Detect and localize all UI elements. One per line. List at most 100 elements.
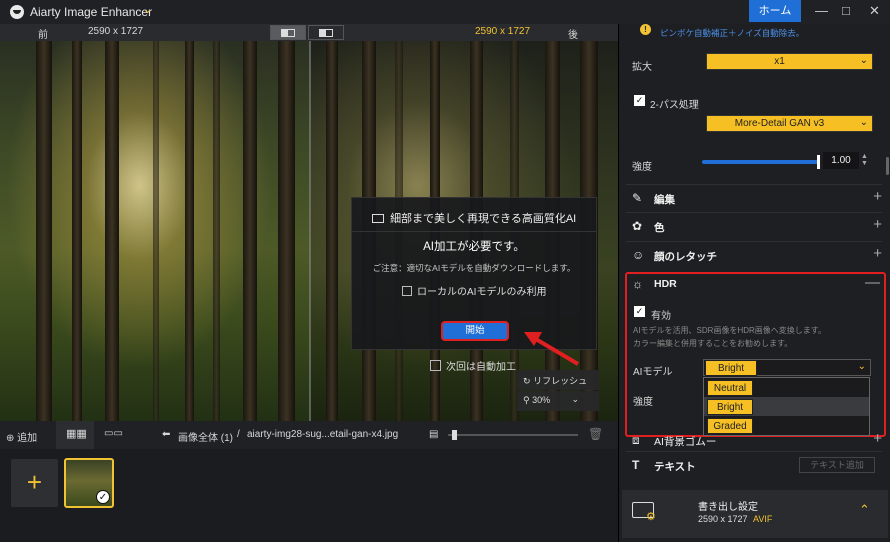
strength-value[interactable]: 1.00 <box>823 152 859 169</box>
expand-plus-icon[interactable]: + <box>873 188 882 205</box>
zoom-icon: ⚲ <box>523 395 530 405</box>
section-edit[interactable]: ✎ 編集 + <box>626 184 882 210</box>
dialog-note: ご注意：適切なAIモデルを自動ダウンロードします。 <box>372 263 576 273</box>
red-arrow-annotation <box>524 332 580 366</box>
export-settings[interactable]: ⚙ 書き出し設定 2590 x 1727 AVIF ⌃ <box>622 490 888 538</box>
scale-label: 拡大 <box>632 62 652 73</box>
local-model-checkbox[interactable] <box>402 286 412 296</box>
check-icon: ✓ <box>96 490 110 504</box>
strength-stepper[interactable]: ▲ ▼ <box>861 153 868 167</box>
hdr-strength-label: 強度 <box>633 397 653 408</box>
add-image-tile[interactable]: + <box>11 459 58 507</box>
zoom-value: 30% <box>532 395 551 405</box>
edit-icon: ✎ <box>632 191 643 205</box>
sun-icon: ☼ <box>632 277 643 291</box>
thumbnail-size-slider[interactable] <box>448 430 578 440</box>
breadcrumb-filename: aiarty-img28-sug...etail-gan-x4.jpg <box>247 429 399 440</box>
strength-slider-handle[interactable] <box>817 155 820 169</box>
hdr-model-select[interactable]: Bright ⌄ <box>703 359 871 376</box>
thumbnail-size-handle[interactable] <box>452 430 457 440</box>
auto-process-label: 次回は自動加工 <box>446 362 516 373</box>
hdr-model-chevron-down-icon: ⌄ <box>857 361 866 372</box>
before-label: 前 <box>38 30 48 41</box>
auto-process-checkbox[interactable] <box>430 360 441 371</box>
twopass-checkbox[interactable]: ✓ <box>634 95 645 106</box>
section-ai-bg[interactable]: ⧈ AI背景ゴムー + <box>626 427 882 453</box>
dialog-title: 細部まで美しく再現できる高画質化AI <box>390 213 577 225</box>
scale-select[interactable]: x1 ⌄ <box>706 53 873 70</box>
start-button[interactable]: 開始 <box>441 321 509 341</box>
after-label: 後 <box>568 30 578 41</box>
gear-icon: ⚙ <box>646 511 656 523</box>
hdr-model-value: Bright <box>705 360 757 376</box>
add-circle-icon: ⊕ <box>6 433 15 444</box>
local-model-label: ローカルのAIモデルのみ利用 <box>417 287 547 298</box>
hdr-description-2: カラー編集と併用することをお勧めします。 <box>633 339 793 348</box>
refresh-button[interactable]: ↻ リフレッシュ <box>517 370 599 390</box>
dropdown-option-neutral[interactable]: Neutral <box>707 380 753 396</box>
local-model-option[interactable]: ローカルのAIモデルのみ利用 <box>402 283 596 298</box>
section-face-label: 顔のレタッチ <box>654 251 717 263</box>
strength-label: 強度 <box>632 162 652 173</box>
split-view-icon <box>281 29 295 37</box>
panel-scrollbar[interactable] <box>886 157 889 175</box>
hdr-enabled-checkbox[interactable]: ✓ <box>634 306 645 317</box>
maximize-icon[interactable]: □ <box>842 3 850 18</box>
bottom-toolbar: ⊕ 追加 ▦▦ ▭▭ ⬅ 画像全体 (1) / aiarty-img28-sug… <box>0 421 618 449</box>
app-logo-icon <box>10 5 24 19</box>
compare-divider-handle[interactable] <box>309 41 311 421</box>
image-thumbnail[interactable]: ✓ <box>64 458 114 508</box>
expand-chevron-up-icon[interactable]: ⌃ <box>859 502 870 518</box>
breadcrumb-separator: / <box>237 429 240 440</box>
back-arrow-icon[interactable]: ⬅ <box>162 429 170 440</box>
close-icon[interactable]: ✕ <box>869 3 880 19</box>
twopass-label: 2-パス処理 <box>650 100 699 111</box>
model-chevron-down-icon: ⌄ <box>859 117 868 128</box>
strength-slider[interactable] <box>702 155 820 169</box>
auto-process-option[interactable]: 次回は自動加工 <box>430 358 516 373</box>
app-title: Aiarty Image Enhancer <box>30 5 153 19</box>
section-color[interactable]: ✿ 色 + <box>626 212 882 238</box>
bg-remove-icon: ⧈ <box>632 433 640 447</box>
expand-plus-icon[interactable]: + <box>873 245 882 262</box>
expand-plus-icon[interactable]: + <box>873 216 882 233</box>
palette-icon: ✿ <box>632 219 643 233</box>
add-label: 追加 <box>17 433 38 444</box>
breadcrumb-all-images[interactable]: 画像全体 (1) <box>178 429 233 444</box>
text-t-icon: T <box>632 458 640 472</box>
refresh-icon: ↻ <box>523 376 531 386</box>
filmstrip-icon[interactable]: ▭▭ <box>104 428 123 439</box>
hdr-enabled-label: 有効 <box>651 311 671 322</box>
side-by-side-toggle[interactable] <box>308 25 344 40</box>
dropdown-option-bright[interactable]: Bright <box>707 399 753 415</box>
image-size-icon: ▤ <box>429 429 439 440</box>
model-value: More-Detail GAN v3 <box>734 118 825 129</box>
tip-text: ピンボケ自動補正＋ノイズ自動除去。 <box>660 28 805 38</box>
add-text-button[interactable]: テキスト追加 <box>799 457 875 473</box>
section-hdr[interactable]: ☼ HDR — <box>626 271 882 297</box>
split-view-toggle[interactable] <box>270 25 306 40</box>
add-button[interactable]: ⊕ 追加 <box>6 429 37 444</box>
section-edit-label: 編集 <box>654 194 675 206</box>
refresh-label: リフレッシュ <box>533 376 588 386</box>
model-select[interactable]: More-Detail GAN v3 ⌄ <box>706 115 873 132</box>
trash-icon[interactable]: 🗑 <box>588 427 603 441</box>
collapse-minus-icon[interactable]: — <box>865 274 880 291</box>
compare-header: 前 2590 x 1727 2590 x 1727 後 <box>0 24 618 41</box>
section-face-retouch[interactable]: ☺ 顔のレタッチ + <box>626 241 882 267</box>
info-icon: ! <box>640 24 651 35</box>
face-icon: ☺ <box>632 248 645 262</box>
expand-plus-icon[interactable]: + <box>873 430 882 447</box>
hdr-model-label: AIモデル <box>633 367 673 378</box>
app-menu-chevron-down-icon[interactable]: ⌄ <box>143 3 152 16</box>
section-bg-label: AI背景ゴムー <box>654 436 717 448</box>
home-button[interactable]: ホーム <box>749 0 801 22</box>
original-image <box>0 41 310 421</box>
grid-view-tab[interactable]: ▦▦ <box>56 421 94 449</box>
minimize-icon[interactable]: — <box>815 3 828 18</box>
export-size: 2590 x 1727 <box>698 514 748 524</box>
side-by-side-icon <box>319 29 333 37</box>
zoom-select[interactable]: ⚲ 30% ⌄ <box>517 391 599 411</box>
section-text[interactable]: T テキスト テキスト追加 <box>626 451 882 477</box>
dialog-need-text: AI加工が必要です。 <box>423 241 525 253</box>
